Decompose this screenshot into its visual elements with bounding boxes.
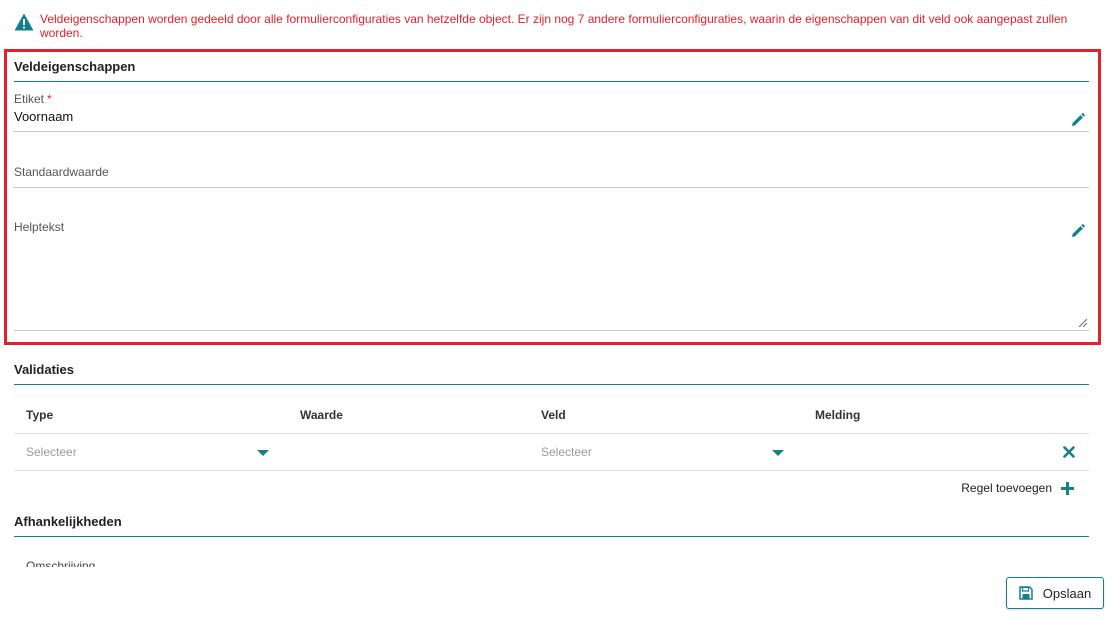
resize-grip-icon[interactable] [1079, 319, 1087, 327]
validations-table-header: Type Waarde Veld Melding [14, 400, 1089, 434]
column-header-type: Type [26, 408, 54, 422]
save-button-label: Opslaan [1042, 585, 1092, 601]
warning-banner: Veldeigenschappen worden gedeeld door al… [14, 12, 1084, 40]
dependencies-title: Afhankelijkheden [14, 514, 1089, 537]
label-field-label: Etiket [14, 92, 45, 106]
floppy-disk-icon [1019, 586, 1033, 600]
chevron-down-icon [772, 450, 784, 456]
edit-help-pencil-icon[interactable] [1071, 224, 1085, 238]
column-header-message: Melding [815, 408, 861, 422]
required-mark: * [47, 92, 52, 106]
help-text-label: Helptekst [14, 220, 65, 234]
table-row: Selecteer Selecteer [14, 434, 1089, 471]
warning-text: Veldeigenschappen worden gedeeld door al… [40, 12, 1068, 40]
warning-triangle-icon [14, 13, 34, 31]
edit-label-pencil-icon[interactable] [1071, 113, 1085, 127]
delete-row-close-icon[interactable] [1063, 446, 1075, 458]
save-button[interactable]: Opslaan [1006, 577, 1104, 609]
field-properties-title: Veldeigenschappen [14, 59, 1089, 82]
column-header-value: Waarde [300, 408, 343, 422]
validations-title: Validaties [14, 362, 1089, 385]
type-select[interactable]: Selecteer [14, 434, 276, 470]
help-text-field[interactable]: Helptekst [14, 220, 1089, 331]
label-field-value[interactable]: Voornaam [14, 109, 1089, 124]
plus-icon [1061, 481, 1074, 495]
default-value-label: Standaardwaarde [14, 165, 109, 179]
label-field[interactable]: Etiket * Voornaam [14, 92, 1089, 132]
field-select-placeholder: Selecteer [541, 445, 592, 459]
type-select-placeholder: Selecteer [26, 445, 77, 459]
add-rule-button[interactable]: Regel toevoegen [961, 481, 1074, 495]
default-value-field[interactable]: Standaardwaarde [14, 165, 1089, 188]
column-header-field: Veld [541, 408, 566, 422]
field-select[interactable]: Selecteer [529, 434, 791, 470]
chevron-down-icon [257, 450, 269, 456]
description-label: Omschrijving [26, 559, 96, 567]
add-rule-label: Regel toevoegen [961, 481, 1052, 495]
field-editor-page: Veldeigenschappen worden gedeeld door al… [0, 0, 1116, 620]
